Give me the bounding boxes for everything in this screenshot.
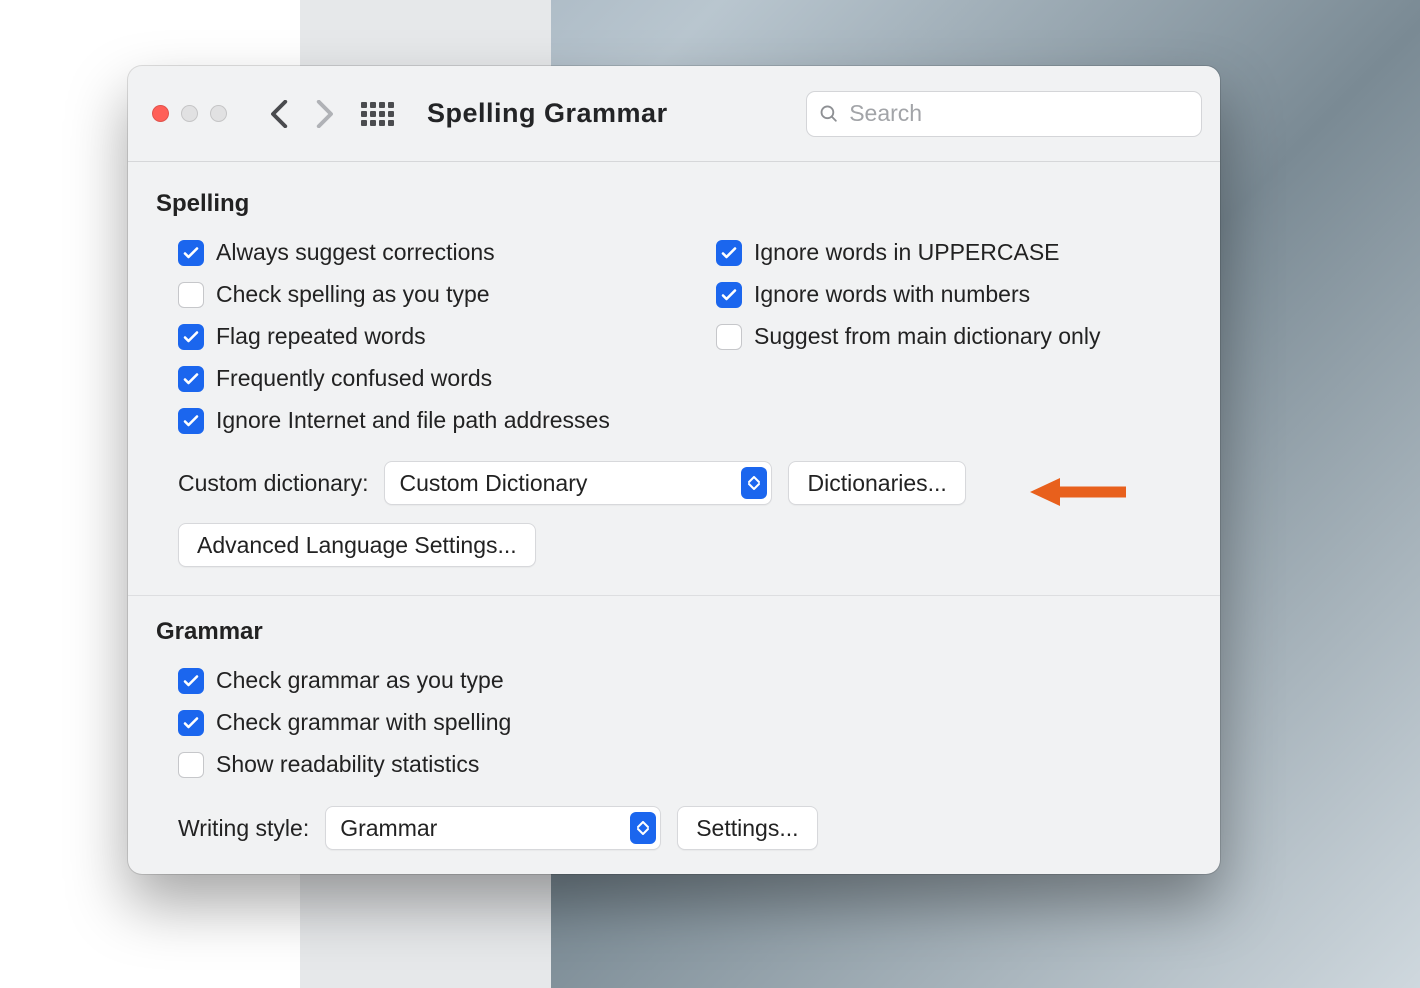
option-check-grammar-as-you-type: Check grammar as you type <box>156 660 1192 702</box>
check-icon <box>721 287 737 303</box>
option-check-grammar-with-spelling: Check grammar with spelling <box>156 702 1192 744</box>
checkbox-frequently-confused-words[interactable] <box>178 366 204 392</box>
option-label: Ignore words in UPPERCASE <box>754 238 1060 268</box>
custom-dictionary-label: Custom dictionary: <box>178 470 368 497</box>
forward-button[interactable] <box>311 101 337 127</box>
checkbox-check-grammar-with-spelling[interactable] <box>178 710 204 736</box>
prefs-search[interactable] <box>806 91 1202 137</box>
option-label: Ignore words with numbers <box>754 280 1030 310</box>
grammar-settings-button[interactable]: Settings... <box>677 806 817 850</box>
annotation-arrow <box>1030 472 1128 512</box>
writing-style-label: Writing style: <box>178 815 309 842</box>
back-button[interactable] <box>267 101 293 127</box>
option-label: Check grammar as you type <box>216 666 504 696</box>
option-label: Always suggest corrections <box>216 238 495 268</box>
advanced-language-settings-button[interactable]: Advanced Language Settings... <box>178 523 536 567</box>
checkbox-flag-repeated-words[interactable] <box>178 324 204 350</box>
show-all-prefs-button[interactable] <box>361 102 395 126</box>
option-ignore-words-with-numbers: Ignore words with numbers <box>694 274 1192 316</box>
checkbox-suggest-from-main-dictionary-only[interactable] <box>716 324 742 350</box>
custom-dictionary-value: Custom Dictionary <box>399 470 587 497</box>
option-label: Check spelling as you type <box>216 280 490 310</box>
spelling-options: Always suggest corrections Check spelling… <box>156 232 1192 441</box>
checkbox-ignore-internet-and-file-path-addresses[interactable] <box>178 408 204 434</box>
option-label: Show readability statistics <box>216 750 479 780</box>
select-stepper-icon <box>630 812 656 844</box>
option-label: Check grammar with spelling <box>216 708 511 738</box>
checkbox-check-spelling-as-you-type[interactable] <box>178 282 204 308</box>
option-always-suggest-corrections: Always suggest corrections <box>156 232 654 274</box>
chevron-left-icon <box>271 100 289 128</box>
check-icon <box>183 715 199 731</box>
option-flag-repeated-words: Flag repeated words <box>156 316 654 358</box>
option-ignore-internet-and-file-path-addresses: Ignore Internet and file path addresses <box>156 400 654 442</box>
check-icon <box>183 371 199 387</box>
arrow-left-icon <box>1030 474 1128 510</box>
grammar-heading: Grammar <box>156 618 1192 646</box>
checkbox-ignore-words-in-uppercase[interactable] <box>716 240 742 266</box>
section-divider <box>128 595 1220 596</box>
check-icon <box>183 245 199 261</box>
search-input[interactable] <box>849 100 1189 127</box>
option-label: Frequently confused words <box>216 364 492 394</box>
zoom-window-button[interactable] <box>210 105 227 122</box>
checkbox-ignore-words-with-numbers[interactable] <box>716 282 742 308</box>
custom-dictionary-select[interactable]: Custom Dictionary <box>384 461 772 505</box>
writing-style-value: Grammar <box>340 815 437 842</box>
chevron-right-icon <box>315 100 333 128</box>
option-label: Suggest from main dictionary only <box>754 322 1100 352</box>
option-ignore-words-in-uppercase: Ignore words in UPPERCASE <box>694 232 1192 274</box>
option-suggest-from-main-dictionary-only: Suggest from main dictionary only <box>694 316 1192 358</box>
option-frequently-confused-words: Frequently confused words <box>156 358 654 400</box>
option-check-spelling-as-you-type: Check spelling as you type <box>156 274 654 316</box>
option-label: Flag repeated words <box>216 322 426 352</box>
spelling-heading: Spelling <box>156 190 1192 218</box>
writing-style-row: Writing style: Grammar Settings... <box>156 786 1192 850</box>
minimize-window-button[interactable] <box>181 105 198 122</box>
window-toolbar: Spelling Grammar <box>128 66 1220 162</box>
check-icon <box>721 245 737 261</box>
dictionaries-button[interactable]: Dictionaries... <box>788 461 965 505</box>
check-icon <box>183 673 199 689</box>
select-stepper-icon <box>741 467 767 499</box>
window-controls <box>152 105 227 122</box>
option-label: Ignore Internet and file path addresses <box>216 406 610 436</box>
window-title: Spelling Grammar <box>427 98 668 129</box>
checkbox-check-grammar-as-you-type[interactable] <box>178 668 204 694</box>
checkbox-always-suggest-corrections[interactable] <box>178 240 204 266</box>
option-show-readability-statistics: Show readability statistics <box>156 744 1192 786</box>
search-icon <box>819 103 839 125</box>
check-icon <box>183 413 199 429</box>
checkbox-show-readability-statistics[interactable] <box>178 752 204 778</box>
writing-style-select[interactable]: Grammar <box>325 806 661 850</box>
check-icon <box>183 329 199 345</box>
close-window-button[interactable] <box>152 105 169 122</box>
preferences-window: Spelling Grammar Spelling Always suggest… <box>128 66 1220 874</box>
